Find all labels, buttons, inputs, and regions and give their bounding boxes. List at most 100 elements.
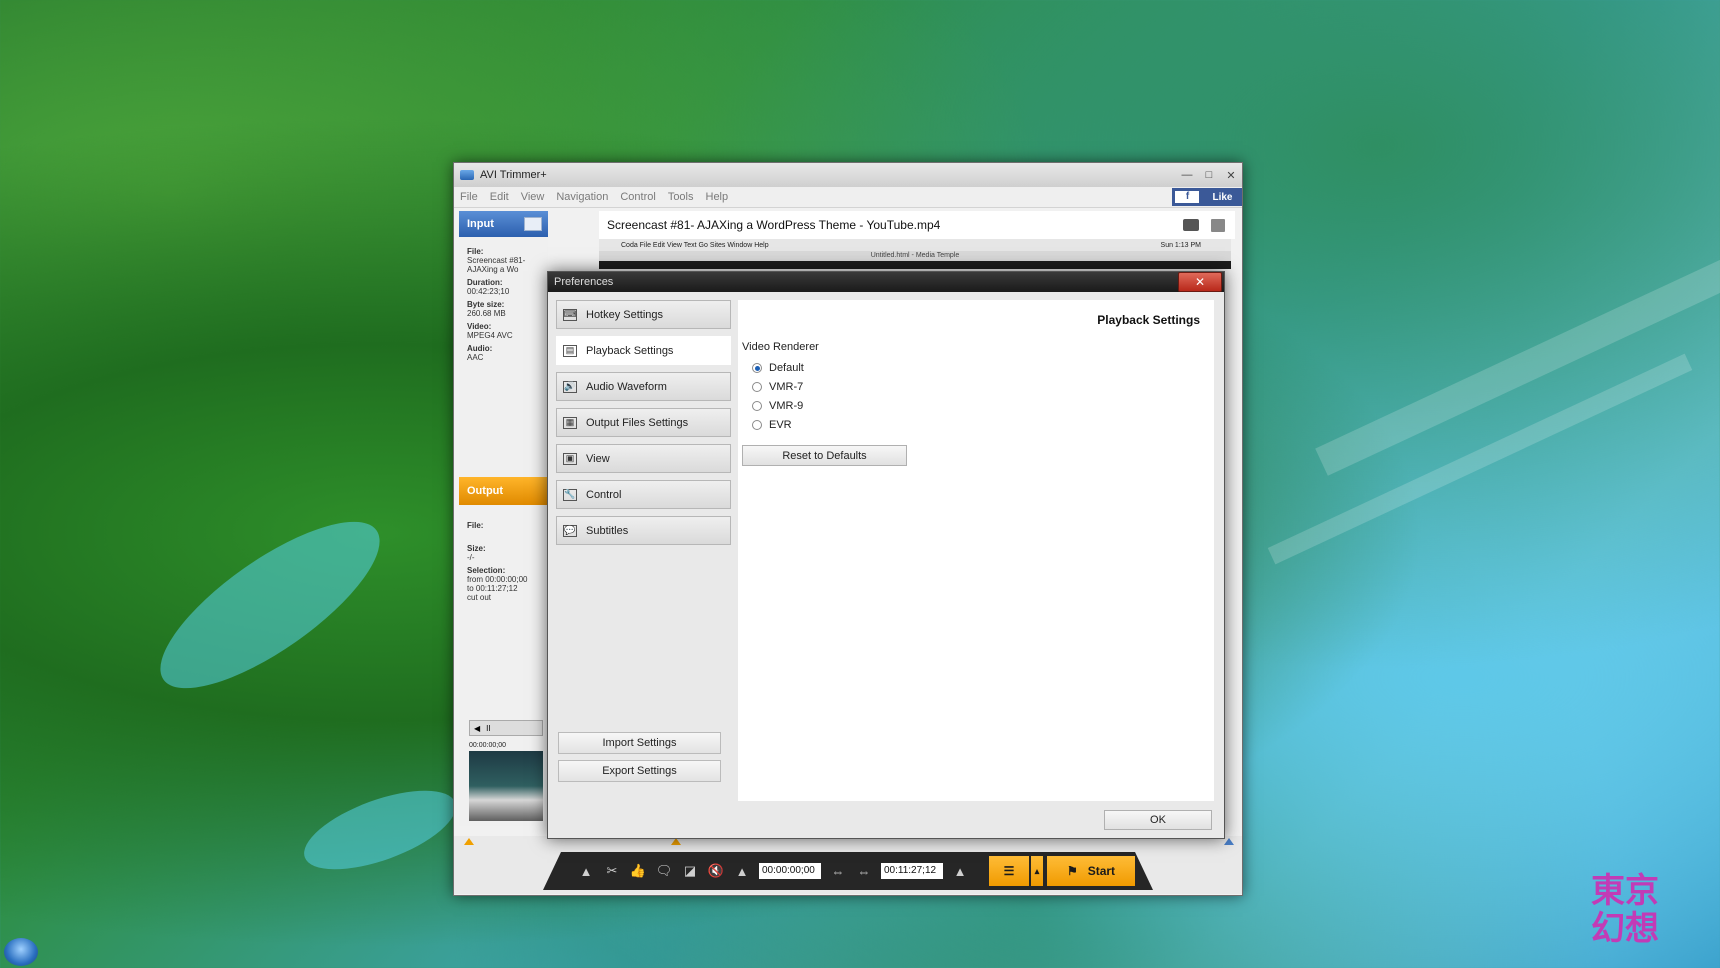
nav-hotkey-settings[interactable]: ⌨ Hotkey Settings (556, 300, 731, 329)
mute-icon[interactable]: 🔇 (707, 862, 725, 880)
start-button[interactable]: ⚑ Start (1047, 856, 1135, 886)
radio-button[interactable] (752, 363, 762, 373)
settings-content: Playback Settings Video Renderer Default… (738, 300, 1214, 801)
menu-edit[interactable]: Edit (484, 191, 515, 203)
menu-control[interactable]: Control (614, 191, 661, 203)
selection-note: cut out (467, 593, 492, 602)
thumb-up-icon[interactable]: 👍 (629, 862, 647, 880)
timeline-cursor-marker[interactable] (671, 838, 681, 845)
nav-output-files-settings[interactable]: ▦ Output Files Settings (556, 408, 731, 437)
speech-icon[interactable]: 🗨 (655, 862, 673, 880)
nav-view[interactable]: ▣ View (556, 444, 731, 473)
windows-start-icon[interactable] (4, 938, 38, 966)
menu-navigation[interactable]: Navigation (550, 191, 614, 203)
renderer-option-vmr7[interactable]: VMR-7 (752, 381, 803, 393)
export-settings-button[interactable]: Export Settings (558, 760, 721, 782)
output-size-label: Size: (467, 544, 486, 553)
radio-button[interactable] (752, 401, 762, 411)
speech-bubble-icon: 💬 (563, 524, 577, 537)
video-preview[interactable]: Coda File Edit View Text Go Sites Window… (599, 239, 1231, 269)
bytesize-value: 260.68 MB (467, 309, 506, 318)
files-icon: ▦ (563, 416, 577, 429)
renderer-label: VMR-7 (769, 381, 804, 393)
ok-button[interactable]: OK (1104, 810, 1212, 830)
file-value: Screencast #81- AJAXing a Wo (467, 256, 526, 274)
window-icon: ▣ (563, 452, 577, 465)
video-label: Video: (467, 322, 492, 331)
nav-label: View (586, 452, 610, 465)
reset-to-defaults-button[interactable]: Reset to Defaults (742, 445, 907, 466)
thumbnail-controls: ◀ II (469, 720, 543, 736)
set-end-icon[interactable]: ▲ (951, 862, 969, 880)
thumbnail-image[interactable] (469, 751, 543, 821)
preferences-body: ⌨ Hotkey Settings ▤ Playback Settings 🔊 … (556, 300, 1214, 801)
camera-icon[interactable] (1183, 219, 1199, 231)
renderer-option-vmr9[interactable]: VMR-9 (752, 400, 803, 412)
trash-icon[interactable] (1211, 218, 1225, 232)
thumbnail-panel: ◀ II 00:00:00;00 (469, 720, 543, 821)
frame-icon[interactable]: ◪ (681, 862, 699, 880)
radio-button[interactable] (752, 382, 762, 392)
nav-audio-waveform[interactable]: 🔊 Audio Waveform (556, 372, 731, 401)
nav-label: Audio Waveform (586, 380, 667, 393)
menu-file[interactable]: File (454, 191, 484, 203)
menu-help[interactable]: Help (700, 191, 735, 203)
nav-label: Output Files Settings (586, 416, 689, 429)
timeline-start-marker[interactable] (464, 838, 474, 845)
renderer-label: Default (769, 362, 804, 374)
maximize-button[interactable]: □ (1198, 167, 1220, 183)
facebook-like-button[interactable]: f Like (1172, 188, 1242, 206)
nav-control[interactable]: 🔧 Control (556, 480, 731, 509)
audio-value: AAC (467, 353, 484, 362)
end-time-field[interactable]: 00:11:27;12 (881, 863, 943, 879)
timeline-end-marker[interactable] (1224, 838, 1234, 845)
settings-nav: ⌨ Hotkey Settings ▤ Playback Settings 🔊 … (556, 300, 731, 552)
output-file-label: File: (467, 521, 484, 530)
file-label: File: (467, 247, 484, 256)
window-title: AVI Trimmer+ (480, 169, 547, 181)
keyboard-icon: ⌨ (563, 308, 577, 321)
preferences-titlebar: Preferences ✕ (548, 272, 1224, 292)
film-icon: ▤ (563, 344, 577, 357)
nav-subtitles[interactable]: 💬 Subtitles (556, 516, 731, 545)
like-label: Like (1212, 191, 1233, 203)
selection-label: Selection: (467, 566, 506, 575)
menu-tools[interactable]: Tools (662, 191, 700, 203)
renderer-option-default[interactable]: Default (752, 362, 804, 374)
menu-view[interactable]: View (515, 191, 551, 203)
nav-playback-settings[interactable]: ▤ Playback Settings (556, 336, 731, 365)
nav-label: Subtitles (586, 524, 629, 537)
app-icon (460, 170, 474, 180)
start-label: Start (1087, 864, 1116, 878)
video-value: MPEG4 AVC (467, 331, 513, 340)
cut-icon[interactable]: ✂ (603, 862, 621, 880)
video-mac-menu: Coda File Edit View Text Go Sites Window… (621, 241, 769, 249)
set-start-icon[interactable]: ▲ (733, 862, 751, 880)
bytesize-label: Byte size: (467, 300, 505, 309)
mode-button[interactable]: ☰ (989, 856, 1029, 886)
wallpaper-river (294, 774, 466, 886)
radio-button[interactable] (752, 420, 762, 430)
minimize-button[interactable]: — (1176, 167, 1198, 183)
step-icon[interactable]: ⇔ (829, 862, 847, 880)
mode-dropdown[interactable]: ▴ (1031, 856, 1043, 886)
close-window-button[interactable]: ✕ (1220, 167, 1242, 183)
menu-bar: File Edit View Navigation Control Tools … (454, 187, 1242, 208)
start-time-field[interactable]: 00:00:00;00 (759, 863, 821, 879)
pause-icon[interactable]: II (486, 724, 490, 733)
renderer-label: VMR-9 (769, 400, 804, 412)
close-dialog-button[interactable]: ✕ (1178, 272, 1222, 292)
video-mac-menubar: Coda File Edit View Text Go Sites Window… (599, 239, 1231, 251)
open-folder-icon[interactable] (524, 217, 542, 231)
eject-icon[interactable]: ▲ (577, 862, 595, 880)
video-doc-title: Untitled.html - Media Temple (599, 251, 1231, 261)
import-settings-button[interactable]: Import Settings (558, 732, 721, 754)
duration-value: 00:42:23;10 (467, 287, 510, 296)
audio-label: Audio: (467, 344, 493, 353)
prev-icon[interactable]: ◀ (474, 724, 480, 733)
nav-label: Hotkey Settings (586, 308, 664, 321)
preferences-dialog: Preferences ✕ ⌨ Hotkey Settings ▤ Playba… (547, 271, 1225, 839)
facebook-icon: f (1175, 191, 1200, 203)
step-icon[interactable]: ⇔ (855, 862, 873, 880)
renderer-option-evr[interactable]: EVR (752, 419, 792, 431)
